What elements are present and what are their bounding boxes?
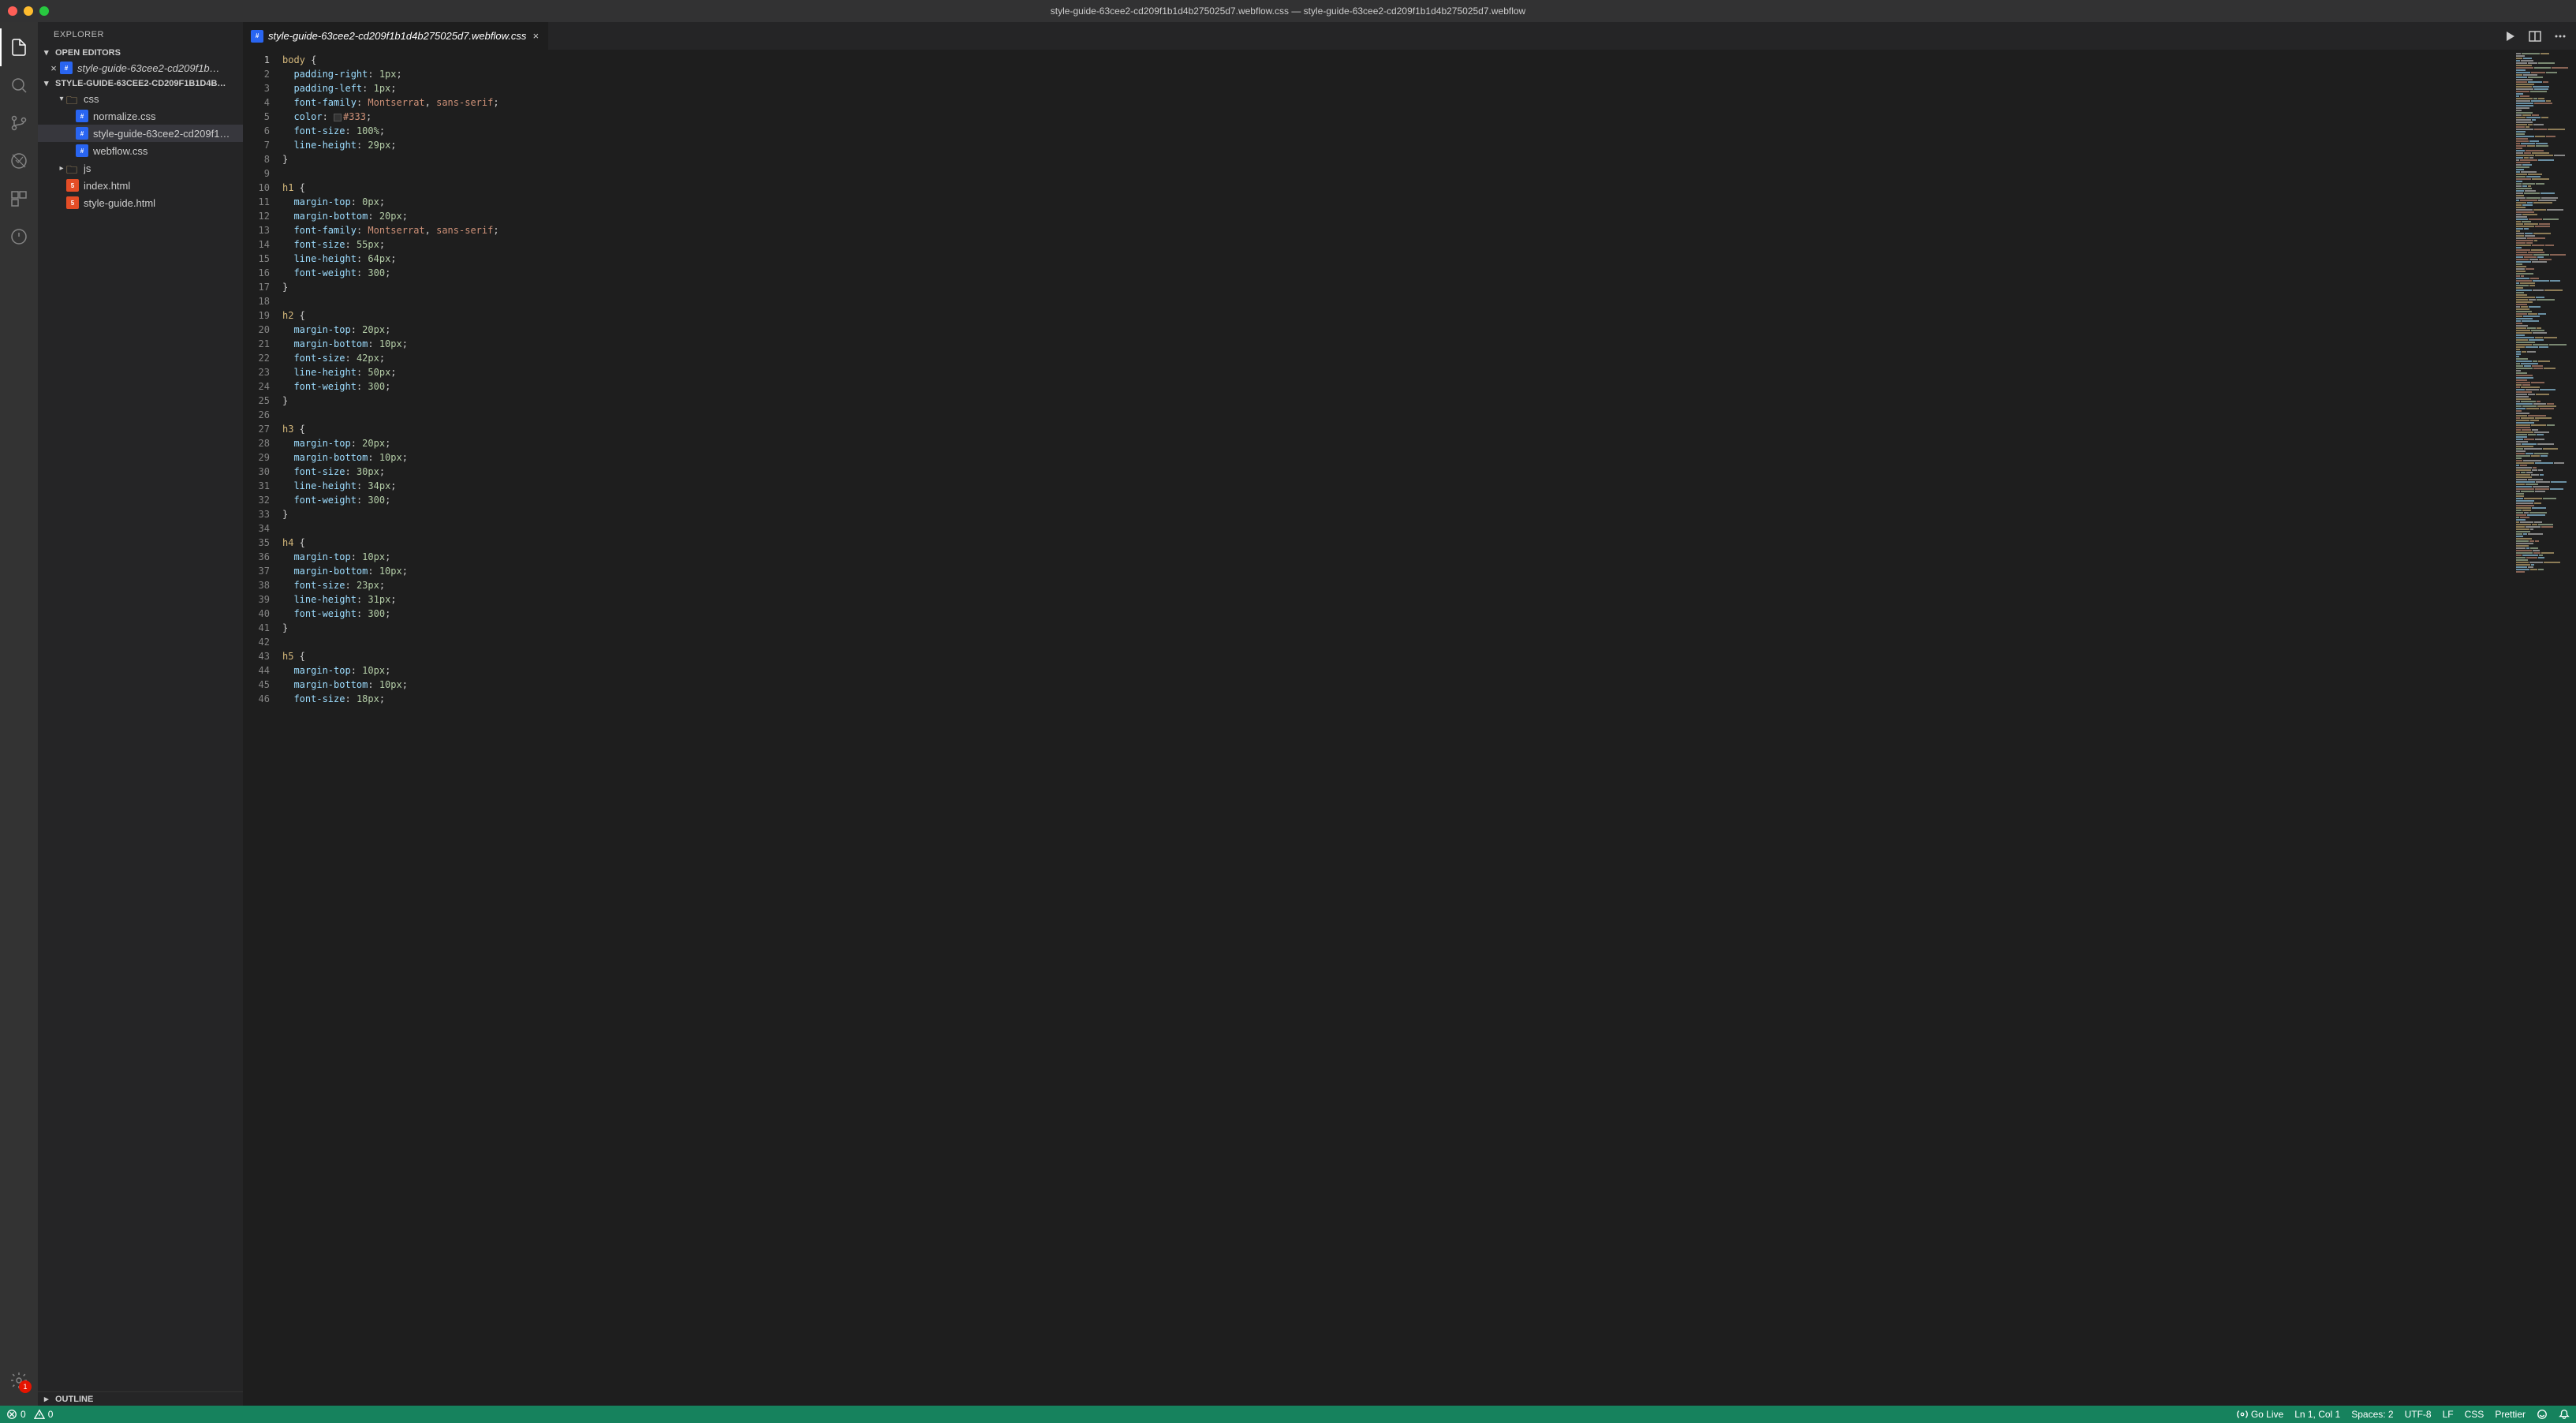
open-editor-label: style-guide-63cee2-cd209f1b…	[77, 62, 220, 74]
status-notifications[interactable]	[2559, 1409, 2570, 1420]
chevron-right-icon: ▸	[44, 1394, 52, 1404]
more-icon[interactable]	[2554, 30, 2567, 43]
window-close-button[interactable]	[8, 6, 17, 16]
editor: # style-guide-63cee2-cd209f1b1d4b275025d…	[243, 22, 2576, 1406]
chevron-down-icon: ▾	[44, 47, 52, 58]
smiley-icon	[2537, 1409, 2548, 1420]
bug-icon	[9, 151, 28, 170]
activity-live[interactable]	[0, 218, 38, 256]
close-icon[interactable]: ×	[531, 30, 540, 42]
folder-label: css	[84, 93, 99, 105]
close-icon[interactable]: ×	[47, 62, 60, 74]
tree-folder-css[interactable]: ▾ 🗀 css	[38, 90, 243, 107]
activity-explorer[interactable]	[0, 28, 38, 66]
settings-badge: 1	[19, 1380, 32, 1393]
folder-icon: 🗀	[66, 162, 79, 174]
open-editor-item[interactable]: × # style-guide-63cee2-cd209f1b…	[38, 59, 243, 77]
activity-source-control[interactable]	[0, 104, 38, 142]
folder-label: js	[84, 162, 91, 174]
status-language[interactable]: CSS	[2465, 1409, 2485, 1420]
power-icon	[9, 227, 28, 246]
search-icon	[9, 76, 28, 95]
sidebar-title: EXPLORER	[38, 22, 243, 46]
minimap[interactable]	[2513, 50, 2576, 1406]
go-live-label: Go Live	[2251, 1409, 2283, 1420]
run-icon[interactable]	[2503, 30, 2516, 43]
window-maximize-button[interactable]	[39, 6, 49, 16]
tree-file-webflow[interactable]: # webflow.css	[38, 142, 243, 159]
tree-file-normalize[interactable]: # normalize.css	[38, 107, 243, 125]
editor-tab[interactable]: # style-guide-63cee2-cd209f1b1d4b275025d…	[243, 22, 549, 50]
tree-file-index[interactable]: 5 index.html	[38, 177, 243, 194]
html-file-icon: 5	[66, 179, 79, 192]
outline-label: OUTLINE	[55, 1395, 93, 1404]
tree-file-styleguide[interactable]: # style-guide-63cee2-cd209f1…	[38, 125, 243, 142]
status-eol[interactable]: LF	[2443, 1409, 2454, 1420]
folder-icon: 🗀	[66, 92, 79, 105]
file-label: style-guide.html	[84, 197, 155, 209]
activity-search[interactable]	[0, 66, 38, 104]
warning-count: 0	[48, 1409, 54, 1420]
status-errors[interactable]: 0	[6, 1409, 26, 1420]
code-content[interactable]: body { padding-right: 1px; padding-left:…	[282, 50, 2513, 1406]
css-file-icon: #	[251, 30, 263, 43]
split-editor-icon[interactable]	[2529, 30, 2541, 43]
chevron-right-icon: ▸	[57, 164, 66, 173]
file-label: webflow.css	[93, 145, 147, 157]
html-file-icon: 5	[66, 196, 79, 209]
tree-folder-js[interactable]: ▸ 🗀 js	[38, 159, 243, 177]
file-label: index.html	[84, 180, 130, 192]
activity-extensions[interactable]	[0, 180, 38, 218]
extensions-icon	[9, 189, 28, 208]
statusbar: 0 0 Go Live Ln 1, Col 1 Spaces: 2 UTF-8 …	[0, 1406, 2576, 1423]
error-count: 0	[21, 1409, 26, 1420]
error-icon	[6, 1409, 17, 1420]
activity-debug[interactable]	[0, 142, 38, 180]
status-feedback[interactable]	[2537, 1409, 2548, 1420]
broadcast-icon	[2237, 1409, 2248, 1420]
activity-settings[interactable]: 1	[0, 1361, 38, 1399]
css-file-icon: #	[76, 110, 88, 122]
editor-body[interactable]: 1234567891011121314151617181920212223242…	[243, 50, 2576, 1406]
line-gutter: 1234567891011121314151617181920212223242…	[243, 50, 282, 1406]
files-icon	[9, 38, 28, 57]
warning-icon	[34, 1409, 45, 1420]
activity-bar: 1	[0, 22, 38, 1406]
workspace-header[interactable]: ▾ STYLE-GUIDE-63CEE2-CD209F1B1D4B…	[38, 77, 243, 90]
status-prettier[interactable]: Prettier	[2495, 1409, 2526, 1420]
status-ln-col[interactable]: Ln 1, Col 1	[2294, 1409, 2340, 1420]
status-warnings[interactable]: 0	[34, 1409, 54, 1420]
open-editors-label: OPEN EDITORS	[55, 48, 121, 58]
css-file-icon: #	[76, 144, 88, 157]
file-label: style-guide-63cee2-cd209f1…	[93, 128, 230, 140]
bell-icon	[2559, 1409, 2570, 1420]
status-go-live[interactable]: Go Live	[2237, 1409, 2283, 1420]
css-file-icon: #	[60, 62, 73, 74]
css-file-icon: #	[76, 127, 88, 140]
status-encoding[interactable]: UTF-8	[2405, 1409, 2432, 1420]
tab-bar: # style-guide-63cee2-cd209f1b1d4b275025d…	[243, 22, 2576, 50]
tab-label: style-guide-63cee2-cd209f1b1d4b275025d7.…	[268, 30, 526, 42]
workspace-label: STYLE-GUIDE-63CEE2-CD209F1B1D4B…	[55, 79, 226, 88]
status-spaces[interactable]: Spaces: 2	[2351, 1409, 2393, 1420]
window-title: style-guide-63cee2-cd209f1b1d4b275025d7.…	[1051, 6, 1525, 17]
branch-icon	[9, 114, 28, 133]
sidebar: EXPLORER ▾ OPEN EDITORS × # style-guide-…	[38, 22, 243, 1406]
chevron-down-icon: ▾	[57, 95, 66, 103]
tree-file-styleguide-html[interactable]: 5 style-guide.html	[38, 194, 243, 211]
file-label: normalize.css	[93, 110, 155, 122]
outline-header[interactable]: ▸ OUTLINE	[38, 1391, 243, 1406]
open-editors-header[interactable]: ▾ OPEN EDITORS	[38, 46, 243, 59]
window-minimize-button[interactable]	[24, 6, 33, 16]
titlebar: style-guide-63cee2-cd209f1b1d4b275025d7.…	[0, 0, 2576, 22]
chevron-down-icon: ▾	[44, 78, 52, 88]
